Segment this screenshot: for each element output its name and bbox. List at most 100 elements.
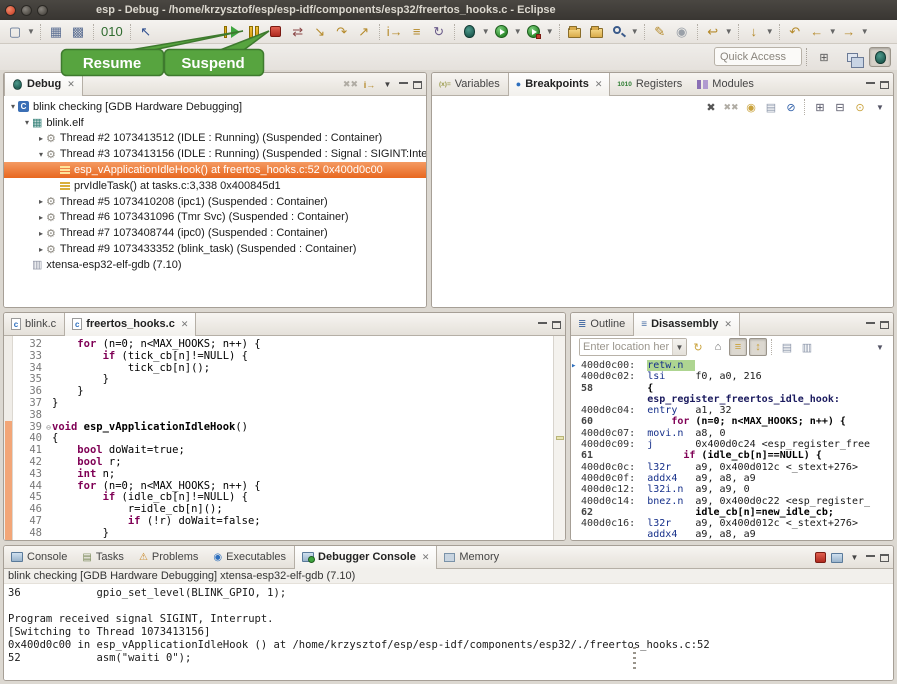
expander-icon[interactable]: ▾ [36, 150, 46, 159]
debug-perspective-button[interactable] [869, 47, 891, 67]
close-icon[interactable]: ✕ [181, 319, 189, 330]
search-button-dropdown[interactable]: ▼ [630, 22, 640, 42]
link-with-debug-button[interactable]: ⊙ [851, 98, 869, 116]
disassembly-content[interactable]: ▸400d0c00: retw.n 400d0c02: lsi f0, a0, … [571, 358, 893, 540]
copy-button[interactable]: ▤ [778, 338, 796, 356]
view-menu-button[interactable]: ▼ [871, 338, 889, 356]
mark-occurrences-toggle[interactable]: ✎ [649, 22, 671, 42]
run-button[interactable] [491, 22, 513, 42]
tree-row[interactable]: ▾⚙Thread #3 1073413156 (IDLE : Running) … [4, 146, 426, 162]
track-expression-toggle[interactable]: ↕ [749, 338, 767, 356]
back-history-button-dropdown[interactable]: ▼ [828, 22, 838, 42]
location-dropdown[interactable]: ▼ [672, 339, 686, 355]
sash-grip[interactable] [633, 647, 636, 671]
tree-row[interactable]: ▸⚙Thread #9 1073433352 (blink_task) (Sus… [4, 241, 426, 257]
minimize-button[interactable] [866, 81, 875, 84]
maximize-button[interactable] [880, 81, 889, 89]
display-console-button[interactable] [831, 553, 843, 563]
external-tools-button[interactable] [523, 22, 545, 42]
tab-blink.c[interactable]: cblink.c [4, 313, 64, 336]
forward-button[interactable]: → [838, 22, 860, 42]
show-source-toggle[interactable]: ≡ [729, 338, 747, 356]
minimize-button[interactable] [399, 81, 408, 84]
close-icon[interactable]: ✕ [724, 319, 732, 330]
view-menu-button[interactable]: ▼ [381, 77, 394, 93]
search-button[interactable] [608, 22, 630, 42]
window-maximize-button[interactable] [37, 5, 48, 16]
open-folder-button[interactable] [586, 22, 608, 42]
tree-row[interactable]: ▸⚙Thread #2 1073413512 (IDLE : Running) … [4, 131, 426, 147]
remove-breakpoint-button[interactable]: ✖ [702, 98, 720, 116]
expander-icon[interactable]: ▾ [8, 102, 18, 111]
use-step-filters-toggle[interactable]: ≡ [406, 22, 428, 42]
instruction-stepping-toggle[interactable]: i→ [384, 22, 406, 42]
expander-icon[interactable]: ▸ [36, 134, 46, 143]
location-combo[interactable]: ▼ [579, 338, 687, 356]
tab-breakpoints[interactable]: ●Breakpoints✕ [508, 73, 611, 96]
back-history-button[interactable]: ← [806, 22, 828, 42]
skip-all-breakpoints-toggle[interactable]: ⊘ [782, 98, 800, 116]
tree-row[interactable]: ▸⚙Thread #6 1073431096 (Tmr Svc) (Suspen… [4, 210, 426, 226]
expander-icon[interactable]: ▸ [36, 245, 46, 254]
overview-ruler[interactable] [553, 336, 565, 540]
maximize-button[interactable] [880, 321, 889, 329]
tab-modules[interactable]: Modules [690, 73, 762, 96]
open-perspective-button[interactable]: ⊞ [813, 47, 835, 67]
remove-all-breakpoints-button[interactable]: ✖✖ [722, 98, 740, 116]
expander-icon[interactable]: ▸ [36, 229, 46, 238]
tree-row[interactable]: ▸⚙Thread #5 1073410208 (ipc1) (Suspended… [4, 194, 426, 210]
tree-row[interactable]: esp_vApplicationIdleHook() at freertos_h… [4, 162, 426, 178]
export-button[interactable]: ▥ [798, 338, 816, 356]
tree-row[interactable]: ▥xtensa-esp32-elf-gdb (7.10) [4, 257, 426, 273]
collapse-all-button[interactable]: ⊟ [831, 98, 849, 116]
tab-freertos-hooks.c[interactable]: cfreertos_hooks.c✕ [64, 313, 196, 336]
tab-registers[interactable]: 1010Registers [610, 73, 690, 96]
show-breakpoints-for-button[interactable]: ◉ [742, 98, 760, 116]
minimize-button[interactable] [866, 554, 875, 557]
next-annotation-button[interactable]: ↓ [743, 22, 765, 42]
tree-row[interactable]: ▾▦blink.elf [4, 115, 426, 131]
new-project-button[interactable] [564, 22, 586, 42]
expander-icon[interactable]: ▸ [36, 213, 46, 222]
expander-icon[interactable]: ▾ [22, 118, 32, 127]
tab-variables[interactable]: (x)=Variables [432, 73, 508, 96]
tab-console[interactable]: Console [4, 546, 75, 569]
tab-problems[interactable]: ⚠Problems [132, 546, 206, 569]
remove-all-terminated-button[interactable]: ✖✖ [343, 77, 358, 93]
editor-body[interactable]: 3233343536373839⊖40414243444546474849 fo… [4, 336, 565, 540]
last-edit-location-button-dropdown[interactable]: ▼ [724, 22, 734, 42]
back-button[interactable]: ↶ [784, 22, 806, 42]
console-output[interactable]: 36 gpio_set_level(BLINK_GPIO, 1); Progra… [4, 584, 893, 680]
tab-outline[interactable]: ≣Outline [571, 313, 633, 336]
quick-access-input[interactable] [714, 47, 802, 66]
tree-row[interactable]: prvIdleTask() at tasks.c:3,338 0x400845d… [4, 178, 426, 194]
next-annotation-button-dropdown[interactable]: ▼ [765, 22, 775, 42]
code-area[interactable]: for (n=0; n<MAX_HOOKS; n++) { if (tick_c… [52, 336, 552, 540]
maximize-button[interactable] [552, 321, 561, 329]
tab-memory[interactable]: Memory [437, 546, 507, 569]
step-return-button[interactable]: ↗ [353, 22, 375, 42]
tab-disassembly[interactable]: ≡Disassembly✕ [633, 313, 740, 336]
location-input[interactable] [580, 339, 672, 355]
tab-executables[interactable]: ◉Executables [206, 546, 294, 569]
line-number-ruler[interactable]: 3233343536373839⊖40414243444546474849 [14, 336, 44, 540]
console-dropdown[interactable]: ▼ [848, 550, 861, 566]
window-close-button[interactable] [5, 5, 16, 16]
goto-file-button[interactable]: ▤ [762, 98, 780, 116]
expand-all-button[interactable]: ⊞ [811, 98, 829, 116]
tree-row[interactable]: ▾Cblink checking [GDB Hardware Debugging… [4, 99, 426, 115]
annotation-ruler[interactable] [4, 336, 13, 540]
last-edit-location-button[interactable]: ↩ [702, 22, 724, 42]
minimize-button[interactable] [538, 321, 547, 324]
new-button-dropdown[interactable]: ▼ [26, 22, 36, 42]
debug-tree[interactable]: ▾Cblink checking [GDB Hardware Debugging… [4, 96, 426, 307]
maximize-button[interactable] [880, 554, 889, 562]
tree-row[interactable]: ▸⚙Thread #7 1073408744 (ipc0) (Suspended… [4, 225, 426, 241]
minimize-button[interactable] [866, 321, 875, 324]
maximize-button[interactable] [413, 81, 422, 89]
close-icon[interactable]: ✕ [422, 552, 430, 563]
refresh-view-button[interactable]: ↻ [689, 338, 707, 356]
run-button-dropdown[interactable]: ▼ [513, 22, 523, 42]
debug-button[interactable] [459, 22, 481, 42]
breakpoints-content[interactable] [432, 118, 893, 307]
